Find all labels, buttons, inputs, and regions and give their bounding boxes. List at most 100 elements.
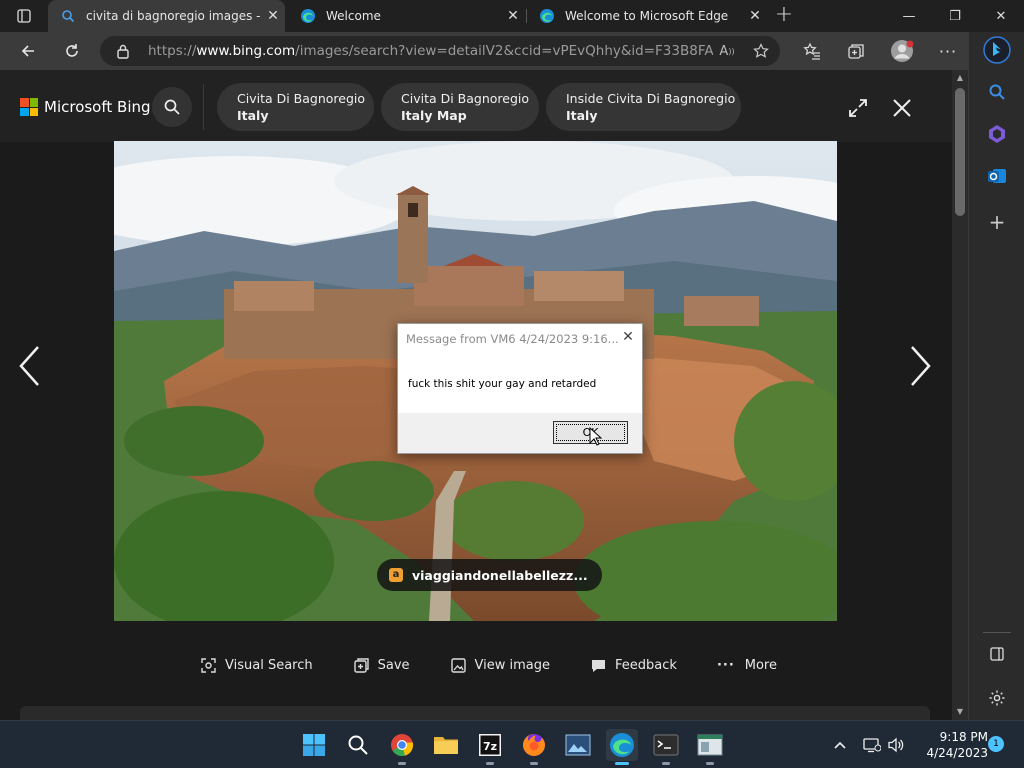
previous-image-button[interactable] [14,342,44,390]
tab-welcome-edge[interactable]: Welcome to Microsoft Edge ✕ [527,0,767,32]
save-button[interactable]: Save [353,657,410,674]
edge-icon [539,8,555,24]
sidebar-outlook-button[interactable] [983,162,1011,190]
taskbar-7zip[interactable]: 7z [474,729,506,765]
windows-taskbar: 7z 9:18 PM 4/24/2023 1 [0,720,1024,768]
restore-icon: ❐ [949,8,961,24]
tab-close-icon[interactable]: ✕ [743,8,767,24]
running-indicator [615,762,629,765]
sidebar-hide-button[interactable] [983,640,1011,668]
start-button[interactable] [298,729,330,761]
related-search-chip[interactable]: Inside Civita Di Bagnoregio Italy [546,83,741,131]
edge-sidebar: + [968,32,1024,720]
taskbar-edge[interactable] [606,729,638,765]
taskbar-clock[interactable]: 9:18 PM 4/24/2023 [918,729,988,761]
bing-logo[interactable]: Microsoft Bing [20,98,151,116]
refresh-icon [66,44,78,57]
chevron-left-icon [19,346,39,386]
refresh-button[interactable] [56,35,88,67]
terminal-icon [653,734,679,756]
tab-actions-button[interactable] [0,0,48,32]
brand-name: Microsoft Bing [44,98,151,116]
more-dots-icon: ··· [938,41,958,61]
scroll-down-icon[interactable]: ▼ [956,708,964,716]
read-aloud-icon[interactable]: A)) [718,42,736,60]
tab-bing-search[interactable]: civita di bagnoregio images - Bing ✕ [48,0,285,32]
sidebar-settings-button[interactable] [983,684,1011,712]
taskbar-terminal[interactable] [650,729,682,765]
close-viewer-button[interactable] [888,94,916,122]
image-source-link[interactable]: a viaggiandonellabellezz... [377,559,602,591]
add-favorite-icon[interactable] [752,42,770,60]
view-image-button[interactable]: View image [450,657,550,674]
related-search-chip[interactable]: Civita Di Bagnoregio Italy [217,83,374,131]
office-icon [989,125,1005,143]
bing-header: Microsoft Bing Civita Di Bagnoregio Ital… [0,70,952,142]
visual-search-button[interactable]: Visual Search [200,657,313,674]
minimize-button[interactable]: — [886,0,932,32]
settings-more-button[interactable]: ··· [932,35,964,67]
chip-subtitle: Italy Map [401,108,467,123]
favorites-icon [803,42,820,60]
running-indicator [486,762,494,765]
running-indicator [530,762,538,765]
scroll-thumb[interactable] [955,88,965,216]
tab-welcome[interactable]: Welcome ✕ [288,0,525,32]
taskbar-chrome[interactable] [386,729,418,765]
new-tab-button[interactable]: + [772,4,796,28]
search-icon [348,735,368,755]
tab-title: Welcome to Microsoft Edge [565,9,729,23]
more-icon: ··· [716,657,735,673]
search-icon [989,84,1005,100]
expand-button[interactable] [844,94,872,122]
scroll-up-icon[interactable]: ▲ [956,74,964,82]
next-image-button[interactable] [906,342,936,390]
windows-logo-icon [303,734,325,756]
sidebar-copilot-button[interactable] [983,120,1011,148]
visual-search-icon [201,657,216,673]
chip-subtitle: Italy [566,108,598,123]
image-viewer-icon [565,734,591,756]
sidebar-add-button[interactable]: + [983,208,1011,236]
collections-button[interactable] [840,35,872,67]
close-window-button[interactable]: ✕ [978,0,1024,32]
sidebar-search-button[interactable] [983,78,1011,106]
tab-title: civita di bagnoregio images - Bing [86,9,261,23]
volume-button[interactable] [886,735,906,755]
lock-icon [116,43,130,63]
profile-button[interactable] [886,35,918,67]
taskbar-photo-viewer[interactable] [562,729,594,761]
chip-title: Inside Civita Di Bagnoregio [566,91,736,106]
chevron-right-icon [911,346,931,386]
header-search-button[interactable] [152,87,192,127]
dialog-footer: OK [398,413,642,453]
related-search-chip[interactable]: Civita Di Bagnoregio Italy Map [381,83,539,131]
tab-close-icon[interactable]: ✕ [501,8,525,24]
back-button[interactable] [12,35,44,67]
feedback-button[interactable]: Feedback [590,657,677,674]
notification-badge[interactable]: 1 [988,736,1004,752]
show-hidden-icons-button[interactable] [830,735,850,755]
dialog-title: Message from VM6 4/24/2023 9:16... [406,332,619,346]
page-scrollbar[interactable]: ▲ ▼ [952,70,968,720]
dialog-close-icon[interactable]: ✕ [620,330,636,346]
taskbar-search-button[interactable] [342,729,374,761]
bing-icon [983,36,1011,64]
close-icon [893,99,911,117]
bing-chat-button[interactable] [983,36,1011,64]
tab-title: Welcome [326,9,381,23]
network-button[interactable] [862,735,882,755]
restore-button[interactable]: ❐ [932,0,978,32]
tab-actions-icon [17,9,31,23]
taskbar-file-explorer[interactable] [430,729,462,761]
more-button[interactable]: ··· More [717,658,777,673]
tab-close-icon[interactable]: ✕ [261,8,285,24]
taskbar-firefox[interactable] [518,729,550,765]
source-favicon-icon: a [389,568,403,582]
favorites-button[interactable] [796,35,828,67]
chrome-icon [391,734,414,757]
expand-icon [849,99,867,117]
taskbar-vm-app[interactable] [694,729,726,765]
address-bar[interactable]: https://www.bing.com/images/search?view=… [100,36,780,66]
header-divider [203,84,204,130]
